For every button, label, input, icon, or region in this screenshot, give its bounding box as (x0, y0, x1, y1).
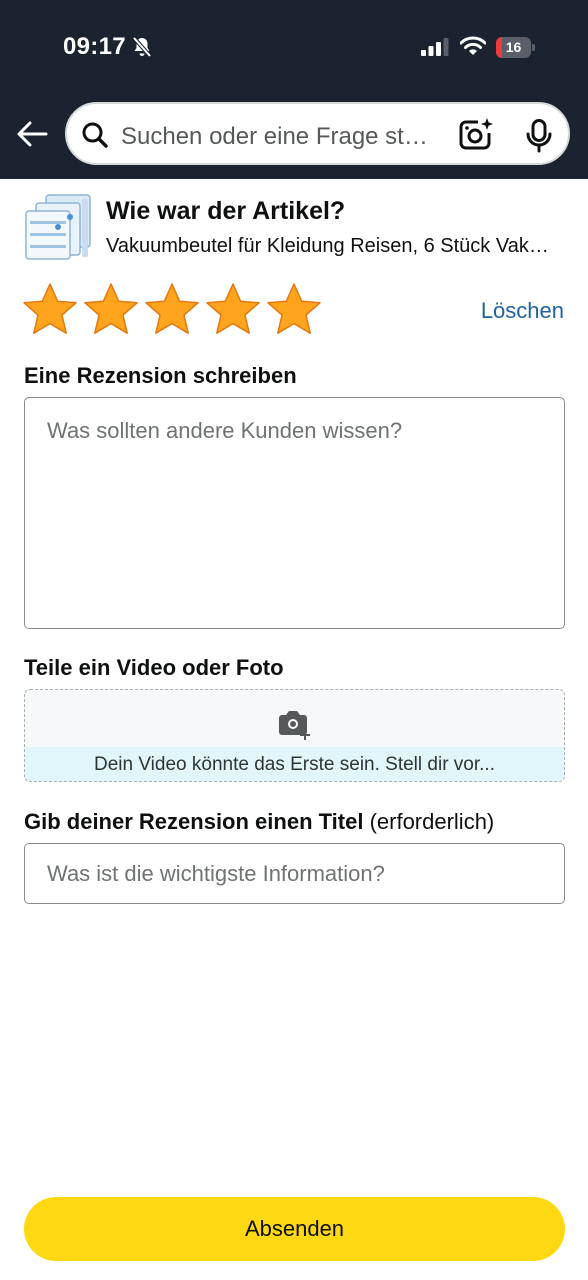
clear-rating-link[interactable]: Löschen (481, 298, 564, 324)
rating-prompt-title: Wie war der Artikel? (106, 197, 346, 225)
status-time: 09:17 (63, 33, 126, 60)
bell-slash-icon (132, 36, 152, 63)
submit-button[interactable]: Absenden (24, 1197, 565, 1261)
battery-level: 16 (505, 39, 522, 55)
wifi-icon (459, 36, 487, 61)
title-label-text: Gib deiner Rezension einen Titel (24, 809, 370, 834)
star-1-icon[interactable] (22, 282, 78, 338)
header: 09:17 16 Suchen oder eine Frage stellen (0, 0, 588, 179)
star-5-icon[interactable] (266, 282, 322, 338)
review-label: Eine Rezension schreiben (24, 363, 297, 388)
review-textarea[interactable]: Was sollten andere Kunden wissen? (24, 397, 565, 629)
camera-search-icon[interactable] (458, 117, 494, 158)
title-input[interactable]: Was ist die wichtigste Information? (24, 843, 565, 904)
cellular-signal-icon (421, 38, 449, 61)
star-rating[interactable] (22, 282, 322, 338)
back-arrow-icon[interactable] (16, 118, 48, 155)
search-bar[interactable]: Suchen oder eine Frage stellen (65, 102, 570, 165)
star-2-icon[interactable] (83, 282, 139, 338)
media-hint: Dein Video könnte das Erste sein. Stell … (94, 754, 495, 775)
battery-indicator: 16 (496, 37, 535, 58)
product-image (24, 191, 94, 268)
title-label: Gib deiner Rezension einen Titel (erford… (24, 809, 494, 835)
star-4-icon[interactable] (205, 282, 261, 338)
title-placeholder: Was ist die wichtigste Information? (47, 861, 385, 886)
media-hint-banner: Dein Video könnte das Erste sein. Stell … (25, 747, 564, 781)
camera-add-icon (276, 710, 312, 745)
product-name: Vakuumbeutel für Kleidung Reisen, 6 Stüc… (106, 235, 558, 257)
title-required-hint: (erforderlich) (369, 809, 495, 834)
search-icon (81, 121, 109, 154)
review-placeholder: Was sollten andere Kunden wissen? (47, 418, 403, 443)
microphone-icon[interactable] (525, 119, 553, 158)
star-3-icon[interactable] (144, 282, 200, 338)
media-label: Teile ein Video oder Foto (24, 655, 284, 680)
media-upload-area[interactable]: Dein Video könnte das Erste sein. Stell … (24, 689, 565, 782)
search-input[interactable]: Suchen oder eine Frage stellen (121, 123, 441, 151)
